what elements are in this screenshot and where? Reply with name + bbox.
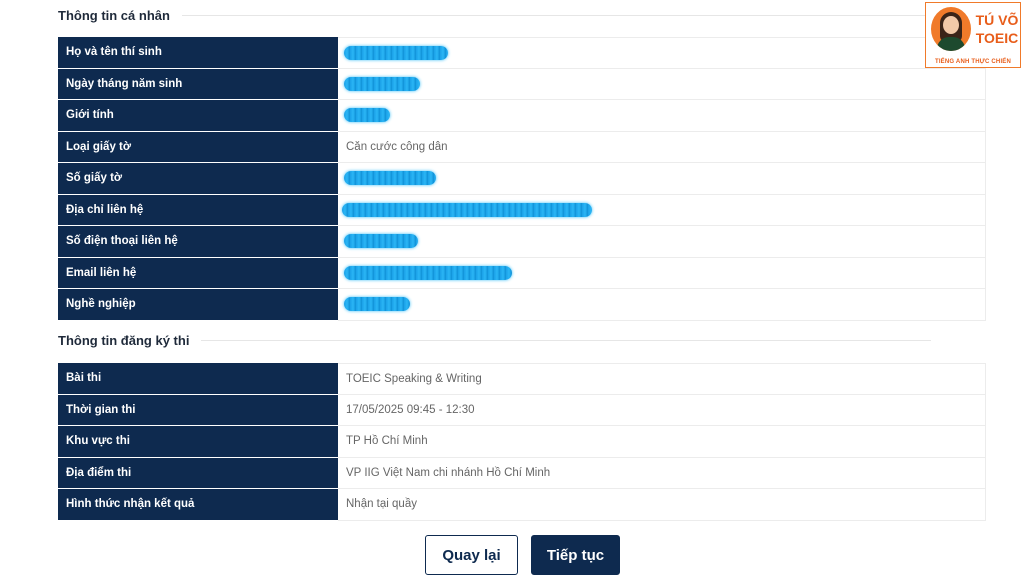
redaction-mark — [344, 171, 436, 186]
row-label: Số giấy tờ — [58, 163, 338, 195]
row-value — [338, 257, 986, 289]
personal-info-title: Thông tin cá nhân — [58, 8, 170, 23]
row-value — [338, 163, 986, 195]
table-row: Địa chỉ liên hệ — [58, 194, 986, 226]
table-row: Bài thi TOEIC Speaking & Writing — [58, 363, 986, 395]
row-label: Ngày tháng năm sinh — [58, 68, 338, 100]
redaction-mark — [344, 265, 512, 280]
table-row: Giới tính — [58, 100, 986, 132]
brand-logo: TÚ VÕ TOEIC TIẾNG ANH THỰC CHIẾN — [925, 2, 1021, 68]
personal-info-table: Họ và tên thí sinh Ngày tháng năm sinh G… — [58, 37, 986, 321]
row-value: 17/05/2025 09:45 - 12:30 — [338, 394, 986, 426]
table-row: Email liên hệ — [58, 257, 986, 289]
table-row: Hình thức nhận kết quả Nhận tại quầy — [58, 489, 986, 521]
table-row: Thời gian thi 17/05/2025 09:45 - 12:30 — [58, 394, 986, 426]
row-value — [338, 68, 986, 100]
personal-info-heading: Thông tin cá nhân — [58, 8, 927, 23]
redaction-mark — [342, 202, 592, 217]
row-label: Giới tính — [58, 100, 338, 132]
table-row: Số giấy tờ — [58, 163, 986, 195]
exam-info-title: Thông tin đăng ký thi — [58, 333, 190, 348]
back-button[interactable]: Quay lại — [425, 535, 518, 575]
row-value: TOEIC Speaking & Writing — [338, 363, 986, 395]
row-value — [338, 100, 986, 132]
exam-info-heading: Thông tin đăng ký thi — [58, 333, 932, 348]
table-row: Nghề nghiệp — [58, 289, 986, 321]
table-row: Ngày tháng năm sinh — [58, 68, 986, 100]
heading-divider — [201, 340, 932, 341]
row-value — [338, 289, 986, 321]
row-value: VP IIG Việt Nam chi nhánh Hồ Chí Minh — [338, 457, 986, 489]
redaction-mark — [344, 45, 448, 60]
table-row: Địa điểm thi VP IIG Việt Nam chi nhánh H… — [58, 457, 986, 489]
row-value: TP Hồ Chí Minh — [338, 426, 986, 458]
brand-name: TÚ VÕ TOEIC — [975, 12, 1019, 46]
next-button[interactable]: Tiếp tục — [531, 535, 620, 575]
row-value — [338, 37, 986, 69]
row-label: Hình thức nhận kết quả — [58, 489, 338, 521]
avatar — [931, 7, 971, 51]
row-value: Nhận tại quầy — [338, 489, 986, 521]
row-label: Khu vực thi — [58, 426, 338, 458]
row-label: Số điện thoại liên hệ — [58, 226, 338, 258]
row-label: Nghề nghiệp — [58, 289, 338, 321]
redaction-mark — [344, 297, 410, 312]
row-value: Căn cước công dân — [338, 131, 986, 163]
table-row: Loại giấy tờ Căn cước công dân — [58, 131, 986, 163]
exam-info-table: Bài thi TOEIC Speaking & Writing Thời gi… — [58, 363, 986, 521]
redaction-mark — [344, 76, 420, 91]
table-row: Số điện thoại liên hệ — [58, 226, 986, 258]
row-label: Địa chỉ liên hệ — [58, 194, 338, 226]
row-label: Bài thi — [58, 363, 338, 395]
row-value — [338, 226, 986, 258]
brand-tagline: TIẾNG ANH THỰC CHIẾN — [934, 59, 1012, 65]
row-label: Thời gian thi — [58, 394, 338, 426]
redaction-mark — [344, 108, 390, 123]
redaction-mark — [344, 234, 418, 249]
heading-divider — [181, 15, 927, 16]
row-label: Loại giấy tờ — [58, 131, 338, 163]
row-value — [338, 194, 986, 226]
row-label: Email liên hệ — [58, 257, 338, 289]
row-label: Họ và tên thí sinh — [58, 37, 338, 69]
row-label: Địa điểm thi — [58, 457, 338, 489]
table-row: Khu vực thi TP Hồ Chí Minh — [58, 426, 986, 458]
table-row: Họ và tên thí sinh — [58, 37, 986, 69]
